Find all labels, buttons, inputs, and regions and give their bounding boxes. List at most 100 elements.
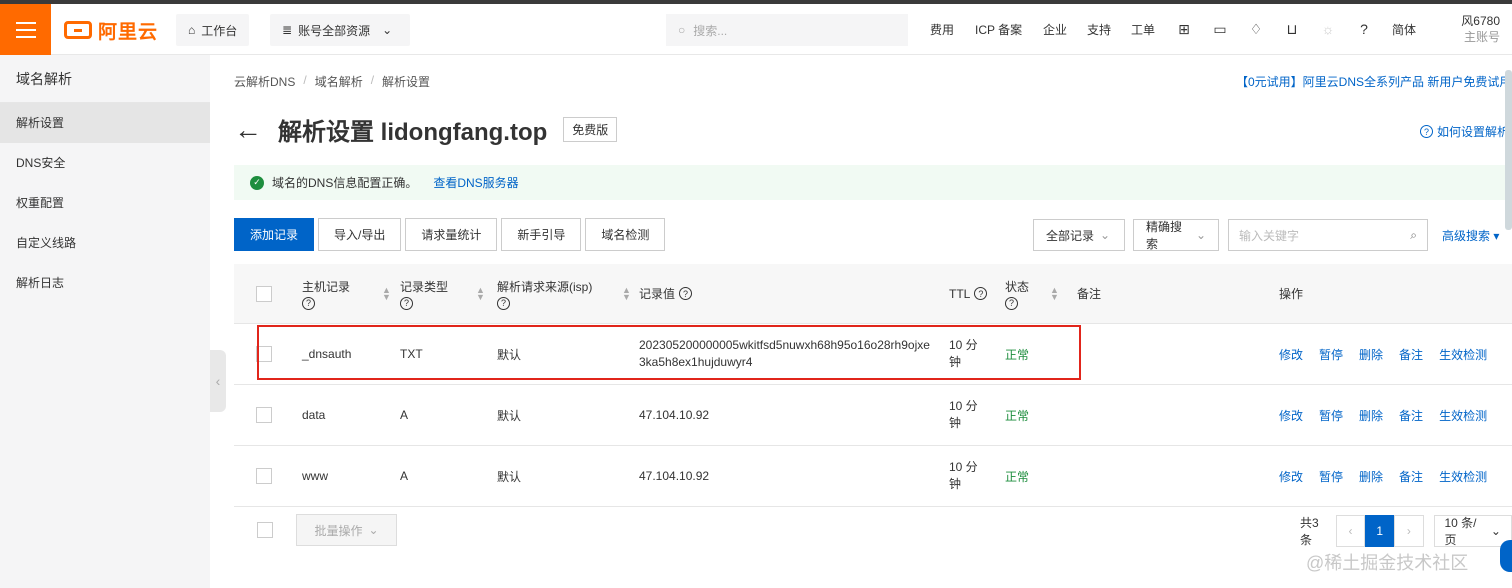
chevron-down-icon: ⌄ xyxy=(1490,524,1501,538)
search-icon: ○ xyxy=(678,23,686,37)
page-header: ← 解析设置 lidongfang.top 免费版 xyxy=(234,112,618,147)
help-link[interactable]: ? 如何设置解析 xyxy=(1420,123,1509,140)
app-icon[interactable]: ⊞ xyxy=(1175,20,1193,38)
question-icon[interactable]: ? xyxy=(974,287,988,300)
nav-enterprise[interactable]: 企业 xyxy=(1043,4,1067,55)
global-search-input[interactable]: ○ 搜索... xyxy=(666,14,908,46)
total-count: 共3条 xyxy=(1300,516,1319,547)
breadcrumb: 云解析DNS / 域名解析 / 解析设置 xyxy=(234,73,431,90)
user-account[interactable]: 风6780 主账号 xyxy=(1440,13,1500,45)
breadcrumb-item[interactable]: 云解析DNS xyxy=(234,73,295,90)
sidebar: 域名解析 解析设置 DNS安全 权重配置 自定义线路 解析日志 xyxy=(0,55,210,588)
search-placeholder: 搜索... xyxy=(693,23,728,38)
question-icon: ? xyxy=(1420,125,1433,138)
sort-icon[interactable]: ▲ ▼ xyxy=(1050,285,1059,301)
promo-link[interactable]: 【0元试用】阿里云DNS全系列产品 新用户免费试用 xyxy=(1236,73,1511,90)
delete-link[interactable]: 删除 xyxy=(1359,407,1383,424)
keyword-search-input[interactable]: 输入关键字 ⌕ xyxy=(1228,219,1428,251)
row-checkbox[interactable] xyxy=(256,468,272,484)
cell-status: 正常 xyxy=(1005,408,1030,423)
verify-link[interactable]: 生效检测 xyxy=(1439,346,1487,363)
sort-icon[interactable]: ▲ ▼ xyxy=(622,285,631,301)
sidebar-item-dns-security[interactable]: DNS安全 xyxy=(0,143,210,183)
back-arrow-icon[interactable]: ← xyxy=(234,114,268,146)
sidebar-item-weight[interactable]: 权重配置 xyxy=(0,183,210,223)
dns-status-alert: ✓ 域名的DNS信息配置正确。 查看DNS服务器 xyxy=(234,165,1512,200)
question-icon[interactable]: ? xyxy=(302,296,315,310)
cart-icon[interactable]: ⊔ xyxy=(1283,20,1301,38)
logo[interactable]: 阿里云 xyxy=(64,18,158,43)
lightbulb-icon[interactable]: ☼ xyxy=(1319,20,1337,38)
help-icon[interactable]: ? xyxy=(1355,20,1373,38)
terminal-icon[interactable]: ▭ xyxy=(1211,20,1229,38)
sidebar-item-resolve-log[interactable]: 解析日志 xyxy=(0,263,210,303)
view-dns-servers-link[interactable]: 查看DNS服务器 xyxy=(433,174,518,191)
cell-isp: 默认 xyxy=(497,469,522,484)
delete-link[interactable]: 删除 xyxy=(1359,468,1383,485)
nav-fees[interactable]: 费用 xyxy=(930,4,954,55)
top-navbar: 阿里云 ⌂ 工作台 ≣ 账号全部资源 ⌄ ○ 搜索... 费用 ICP 备案 企… xyxy=(0,4,1512,55)
verify-link[interactable]: 生效检测 xyxy=(1439,468,1487,485)
select-all-checkbox[interactable] xyxy=(256,285,272,302)
domain-check-button[interactable]: 域名检测 xyxy=(585,218,666,251)
workbench-button[interactable]: ⌂ 工作台 xyxy=(176,14,250,46)
language-switch[interactable]: 简体 xyxy=(1392,4,1416,55)
edit-link[interactable]: 修改 xyxy=(1279,407,1303,424)
cell-ttl: 10 分钟 xyxy=(949,399,978,430)
chevron-down-icon: ⌄ xyxy=(382,23,393,37)
sidebar-collapse-button[interactable]: ‹ xyxy=(210,350,226,412)
table-row: www A 默认 47.104.10.92 10 分钟 正常 修改 暂停 删除 … xyxy=(234,446,1512,507)
delete-link[interactable]: 删除 xyxy=(1359,346,1383,363)
guide-button[interactable]: 新手引导 xyxy=(501,218,582,251)
menu-button[interactable] xyxy=(0,4,51,55)
page-title: 解析设置 lidongfang.top xyxy=(278,119,548,146)
sidebar-item-custom-line[interactable]: 自定义线路 xyxy=(0,223,210,263)
chevron-down-icon: ⌄ xyxy=(1100,228,1111,242)
resources-dropdown[interactable]: ≣ 账号全部资源 ⌄ xyxy=(270,14,410,46)
table-row: data A 默认 47.104.10.92 10 分钟 正常 修改 暂停 删除… xyxy=(234,385,1512,446)
search-icon[interactable]: ⌕ xyxy=(1410,228,1417,243)
sidebar-item-resolve-settings[interactable]: 解析设置 xyxy=(0,103,210,143)
col-status: 状态 xyxy=(1005,279,1030,294)
pause-link[interactable]: 暂停 xyxy=(1319,468,1343,485)
sort-icon[interactable]: ▲ ▼ xyxy=(476,285,485,301)
batch-actions-button[interactable]: 批量操作 ⌄ xyxy=(296,514,397,546)
search-mode-select[interactable]: 精确搜索 ⌄ xyxy=(1133,219,1219,251)
next-page-button[interactable]: › xyxy=(1394,515,1424,547)
question-icon[interactable]: ? xyxy=(497,296,510,310)
nav-support[interactable]: 支持 xyxy=(1087,4,1111,55)
bell-icon[interactable]: ♢ xyxy=(1247,20,1265,38)
pause-link[interactable]: 暂停 xyxy=(1319,407,1343,424)
verify-link[interactable]: 生效检测 xyxy=(1439,407,1487,424)
remark-link[interactable]: 备注 xyxy=(1399,468,1423,485)
question-icon[interactable]: ? xyxy=(1005,296,1018,310)
sort-icon[interactable]: ▲ ▼ xyxy=(382,285,391,301)
question-icon[interactable]: ? xyxy=(679,287,693,300)
hamburger-icon xyxy=(15,21,36,24)
request-stats-button[interactable]: 请求量统计 xyxy=(405,218,498,251)
floating-help-button[interactable] xyxy=(1500,540,1512,572)
record-filter-select[interactable]: 全部记录 ⌄ xyxy=(1033,219,1125,251)
import-export-button[interactable]: 导入/导出 xyxy=(318,218,402,251)
breadcrumb-item[interactable]: 域名解析 xyxy=(315,73,363,90)
add-record-button[interactable]: 添加记录 xyxy=(234,218,315,251)
col-ops: 操作 xyxy=(1279,287,1304,301)
question-icon[interactable]: ? xyxy=(400,296,413,310)
edition-badge: 免费版 xyxy=(563,117,618,142)
footer-select-all-checkbox[interactable] xyxy=(257,522,273,538)
cell-type: A xyxy=(400,408,409,422)
nav-icp[interactable]: ICP 备案 xyxy=(975,4,1022,55)
page-number[interactable]: 1 xyxy=(1365,515,1395,547)
page-size-select[interactable]: 10 条/页 ⌄ xyxy=(1433,515,1512,547)
pause-link[interactable]: 暂停 xyxy=(1319,346,1343,363)
nav-ticket[interactable]: 工单 xyxy=(1131,4,1155,55)
edit-link[interactable]: 修改 xyxy=(1279,346,1303,363)
cell-value: 47.104.10.92 xyxy=(639,469,710,483)
workbench-label: 工作台 xyxy=(201,23,238,38)
remark-link[interactable]: 备注 xyxy=(1399,346,1423,363)
row-checkbox[interactable] xyxy=(256,407,272,423)
remark-link[interactable]: 备注 xyxy=(1399,407,1423,424)
edit-link[interactable]: 修改 xyxy=(1279,468,1303,485)
advanced-search-link[interactable]: 高级搜索 ▾ xyxy=(1442,227,1499,244)
prev-page-button[interactable]: ‹ xyxy=(1335,515,1366,547)
